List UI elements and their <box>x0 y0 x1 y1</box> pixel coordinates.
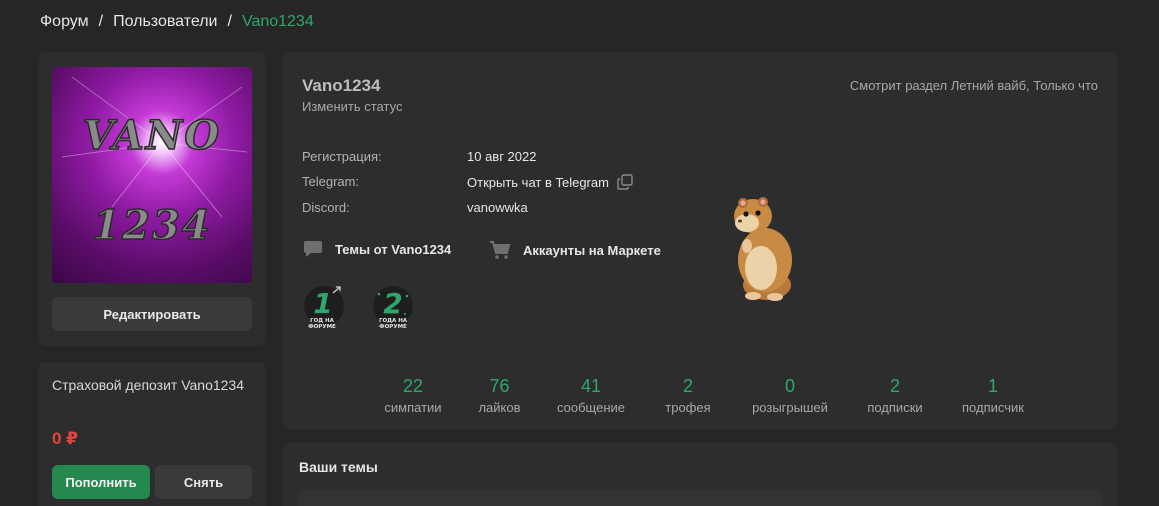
avatar-image: VANO 1234 <box>61 76 248 250</box>
change-status-link[interactable]: Изменить статус <box>302 99 402 114</box>
user-topics-label: Темы от Vano1234 <box>335 241 452 257</box>
stat-label: подписки <box>867 400 923 415</box>
breadcrumb-current: Vano1234 <box>241 13 314 30</box>
info-label: Регистрация: <box>302 149 382 164</box>
topics-title: Ваши темы <box>299 459 378 475</box>
profile-username: Vano1234 <box>302 76 381 95</box>
last-seen-status: Смотрит раздел Летний вайб, Только что <box>849 78 1098 93</box>
stat-label: сообщение <box>556 400 625 415</box>
stat-label: розыгрышей <box>752 400 828 415</box>
trophy-number: 2 <box>383 287 402 320</box>
withdraw-button[interactable]: Снять <box>155 465 252 499</box>
trophy-badge-icon: 2 ГОДА НА ФОРУМЕ <box>373 286 413 330</box>
edit-profile-button[interactable]: Редактировать <box>52 297 252 331</box>
trophy-number: 1 <box>313 287 332 320</box>
profile-stats: 22 симпатии 76 лайков 41 сообщение 2 тро… <box>373 375 1036 415</box>
breadcrumb-users-link[interactable]: Пользователи <box>113 13 217 31</box>
stat-number: 1 <box>987 376 998 396</box>
trophy-1-year[interactable]: 1 ГОД НА ФОРУМЕ <box>302 284 346 332</box>
stat-subscriptions[interactable]: 2 подписки <box>840 375 950 415</box>
stat-messages[interactable]: 41 сообщение <box>546 375 636 415</box>
stat-trophies[interactable]: 2 трофея <box>636 375 740 415</box>
info-label: Telegram: <box>302 174 360 189</box>
info-value: vanowwka <box>467 200 528 215</box>
stat-sympathies[interactable]: 22 симпатии <box>373 375 453 415</box>
stat-number: 2 <box>889 376 900 396</box>
topics-card: Ваши темы <box>283 442 1117 506</box>
breadcrumb-separator: / <box>227 13 232 30</box>
deposit-title: Страховой депозит Vano1234 <box>52 377 245 393</box>
breadcrumb-separator: / <box>98 13 104 30</box>
telegram-link[interactable]: Открыть чат в Telegram <box>467 175 609 190</box>
trophy-caption: ФОРУМЕ <box>379 324 407 330</box>
copy-icon[interactable] <box>617 174 633 190</box>
stat-label: трофея <box>665 400 711 415</box>
trophy-2-years[interactable]: 2 ГОДА НА ФОРУМЕ <box>371 284 415 332</box>
info-value: 10 авг 2022 <box>467 149 536 164</box>
stat-number: 0 <box>784 376 795 396</box>
trophy-caption: ФОРУМЕ <box>308 324 336 330</box>
trophy-badge-icon: 1 ГОД НА ФОРУМЕ <box>304 286 344 330</box>
stat-label: подписчик <box>962 400 1024 415</box>
user-topics-link[interactable]: Темы от Vano1234 <box>303 240 451 258</box>
chat-bubble-icon <box>304 241 322 257</box>
profile-card: Vano1234 Изменить статус Смотрит раздел … <box>283 52 1117 430</box>
topup-button[interactable]: Пополнить <box>52 465 150 499</box>
breadcrumb: Форум / Пользователи / Vano1234 <box>40 13 314 31</box>
avatar-card: VANO 1234 Редактировать <box>38 52 266 346</box>
avatar-text-line1: VANO <box>83 112 221 159</box>
stat-giveaways[interactable]: 0 розыгрышей <box>740 375 840 415</box>
stat-followers[interactable]: 1 подписчик <box>950 375 1036 415</box>
topics-list <box>297 490 1103 506</box>
stat-number: 2 <box>682 376 693 396</box>
stat-label: симпатии <box>384 400 442 415</box>
avatar[interactable]: VANO 1234 <box>52 67 252 283</box>
market-accounts-label: Аккаунты на Маркете <box>523 242 661 258</box>
stat-number: 76 <box>489 376 510 396</box>
stat-number: 22 <box>402 376 424 396</box>
deposit-amount: 0 ₽ <box>52 429 79 448</box>
discord-handle: vanowwka <box>467 200 528 215</box>
hamster-sticker-image <box>734 197 792 301</box>
stat-likes[interactable]: 76 лайков <box>453 375 546 415</box>
avatar-text-line2: 1234 <box>92 202 211 249</box>
market-accounts-link[interactable]: Аккаунты на Маркете <box>489 240 661 260</box>
deposit-card: Страховой депозит Vano1234 0 ₽ Пополнить… <box>38 362 266 506</box>
registration-date: 10 авг 2022 <box>467 149 537 164</box>
stat-label: лайков <box>478 400 521 415</box>
info-label: Discord: <box>302 200 350 215</box>
info-value: Открыть чат в Telegram <box>467 174 633 190</box>
breadcrumb-forum-link[interactable]: Форум <box>40 13 89 31</box>
shopping-cart-icon <box>490 241 511 259</box>
stat-number: 41 <box>580 376 602 396</box>
